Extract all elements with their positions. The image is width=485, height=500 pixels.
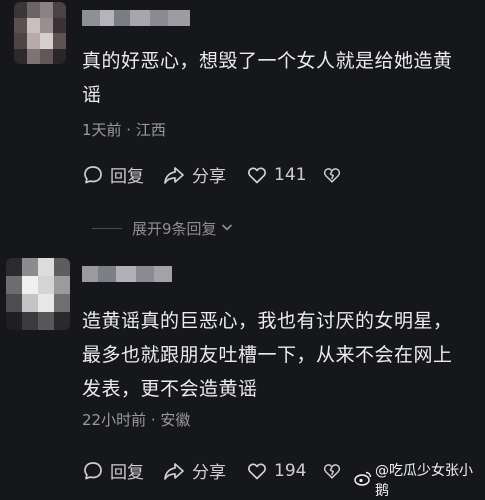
share-button[interactable]: 分享	[162, 458, 226, 483]
comment-actions: 回复 分享 194	[82, 458, 342, 483]
broken-heart-icon	[322, 461, 342, 481]
watermark: @吃瓜少女张小鹅	[354, 460, 485, 500]
comment-text: 真的好恶心，想毁了一个女人就是给她造黄 谣	[82, 50, 453, 106]
dislike-button[interactable]	[322, 461, 342, 481]
reply-label: 回复	[110, 463, 144, 483]
comment-meta: 1天前 · 江西	[82, 121, 166, 139]
comment-bubble-icon	[82, 460, 104, 482]
like-button[interactable]: 141	[246, 164, 306, 186]
comment-bubble-icon	[82, 164, 104, 186]
share-label: 分享	[192, 463, 226, 483]
share-arrow-icon	[162, 164, 186, 186]
share-label: 分享	[192, 167, 226, 187]
chevron-down-icon	[220, 220, 234, 238]
expand-replies-button[interactable]: 展开9条回复	[92, 218, 234, 239]
broken-heart-icon	[322, 165, 342, 185]
expand-divider	[92, 228, 122, 229]
username[interactable]	[82, 10, 190, 26]
reply-button[interactable]: 回复	[82, 162, 144, 187]
reply-button[interactable]: 回复	[82, 458, 144, 483]
dislike-button[interactable]	[322, 165, 342, 185]
watermark-text: @吃瓜少女张小鹅	[375, 463, 473, 499]
comment-text: 造黄谣真的巨恶心，我也有讨厌的女明星， 最多也就跟朋友吐槽一下，从来不会在网上 …	[82, 310, 453, 400]
heart-icon	[246, 164, 268, 186]
reply-label: 回复	[110, 167, 144, 187]
heart-icon	[246, 460, 268, 482]
avatar[interactable]	[14, 2, 66, 64]
share-arrow-icon	[162, 460, 186, 482]
comment-meta: 22小时前 · 安徽	[82, 411, 191, 429]
comment-actions: 回复 分享 141	[82, 162, 342, 187]
like-count: 141	[274, 164, 307, 185]
avatar[interactable]	[6, 258, 70, 330]
like-count: 194	[274, 460, 307, 481]
like-button[interactable]: 194	[246, 460, 306, 482]
weibo-logo-icon	[354, 470, 372, 490]
username[interactable]	[82, 266, 172, 282]
expand-replies-label: 展开9条回复	[132, 220, 217, 238]
share-button[interactable]: 分享	[162, 162, 226, 187]
